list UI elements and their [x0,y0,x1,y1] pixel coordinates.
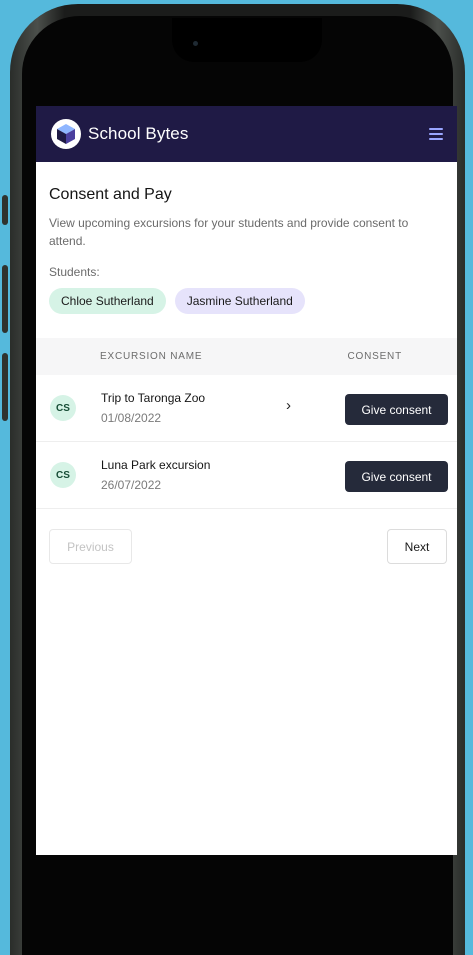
column-header-consent: CONSENT [347,351,402,362]
excursion-info: Trip to Taronga Zoo 01/08/2022 [101,391,205,425]
table-header: EXCURSION NAME CONSENT [36,338,457,375]
avatar: CS [50,395,76,421]
students-label: Students: [49,265,100,279]
app-screen: School Bytes Consent and Pay View upcomi… [36,106,457,855]
brand-name: School Bytes [88,124,189,143]
pagination: Previous Next [36,529,457,564]
excursion-name: Trip to Taronga Zoo [101,391,206,405]
student-chip-chloe[interactable]: Chloe Sutherland [49,288,166,314]
excursion-date: 01/08/2022 [101,411,162,425]
column-header-excursion-name: EXCURSION NAME [100,351,203,362]
front-camera [193,41,198,46]
avatar: CS [50,462,76,488]
student-chip-jasmine[interactable]: Jasmine Sutherland [174,288,305,314]
school-bytes-logo-icon[interactable] [50,118,82,150]
student-chips: Chloe Sutherland Jasmine Sutherland [49,288,444,314]
page-description: View upcoming excursions for your studen… [49,216,409,248]
hamburger-menu-icon[interactable] [429,128,443,140]
page-title: Consent and Pay [49,186,172,203]
table-row[interactable]: CS Luna Park excursion 26/07/2022 Give c… [36,442,457,509]
table-row[interactable]: CS Trip to Taronga Zoo 01/08/2022 › Give… [36,375,457,442]
top-navigation-bar: School Bytes [36,106,457,162]
give-consent-button[interactable]: Give consent [345,461,448,492]
next-button[interactable]: Next [387,529,447,564]
page-content: Consent and Pay View upcoming excursions… [36,162,457,314]
excursion-name: Luna Park excursion [101,458,211,472]
excursion-info: Luna Park excursion 26/07/2022 [101,458,210,492]
chevron-right-icon[interactable]: › [286,397,291,414]
give-consent-button[interactable]: Give consent [345,394,448,425]
side-button-mute [2,195,8,225]
side-button-volume-up [2,265,8,333]
phone-notch [172,18,322,62]
side-button-volume-down [2,353,8,421]
previous-button[interactable]: Previous [49,529,132,564]
excursion-date: 26/07/2022 [101,478,162,492]
excursions-table: EXCURSION NAME CONSENT CS Trip to Tarong… [36,338,457,509]
